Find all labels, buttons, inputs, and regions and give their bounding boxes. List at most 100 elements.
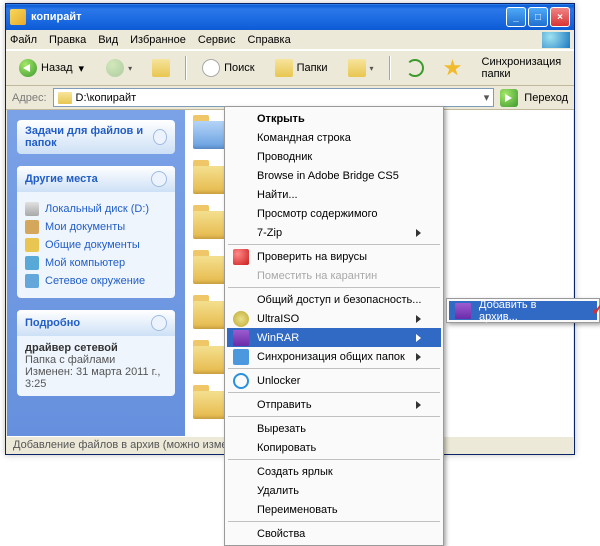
disk-icon — [25, 202, 39, 216]
context-item[interactable]: Unlocker — [227, 371, 441, 390]
folders-icon — [275, 59, 293, 77]
network-icon — [25, 274, 39, 288]
titlebar[interactable]: копирайт _ □ × — [6, 4, 574, 30]
forward-button[interactable]: ▾ — [99, 55, 139, 81]
context-item[interactable]: Удалить — [227, 481, 441, 500]
context-item[interactable]: Свойства — [227, 524, 441, 543]
blank-icon — [233, 168, 249, 184]
folder-icon — [58, 92, 72, 104]
place-computer[interactable]: Мой компьютер — [25, 256, 167, 270]
blank-icon — [233, 111, 249, 127]
context-item[interactable]: Отправить — [227, 395, 441, 414]
blank-icon — [233, 483, 249, 499]
place-mydocs[interactable]: Мои документы — [25, 220, 167, 234]
place-disk[interactable]: Локальный диск (D:) — [25, 202, 167, 216]
submenu-arrow-icon — [416, 334, 421, 342]
menu-edit[interactable]: Правка — [49, 34, 86, 46]
sync-button[interactable]: Синхронизация папки — [475, 55, 569, 81]
go-label[interactable]: Переход — [524, 92, 568, 104]
context-item[interactable]: Просмотр содержимого — [227, 204, 441, 223]
details-name: драйвер сетевой — [25, 342, 167, 354]
blank-icon — [233, 421, 249, 437]
up-icon — [152, 59, 170, 77]
chevron-icon — [153, 129, 167, 145]
tasks-panel: Задачи для файлов и папок — [17, 120, 175, 154]
blank-icon — [233, 464, 249, 480]
view-button[interactable]: ▾ — [341, 55, 381, 81]
menu-favorites[interactable]: Избранное — [130, 34, 186, 46]
menu-help[interactable]: Справка — [248, 34, 291, 46]
details-panel: Подробно драйвер сетевой Папка с файлами… — [17, 310, 175, 396]
context-item[interactable]: Создать ярлык — [227, 462, 441, 481]
blank-icon — [233, 292, 249, 308]
menubar: Файл Правка Вид Избранное Сервис Справка — [6, 30, 574, 50]
winrar-submenu: Добавить в архив... — [446, 298, 600, 323]
submenu-arrow-icon — [416, 401, 421, 409]
blank-icon — [233, 440, 249, 456]
menu-view[interactable]: Вид — [98, 34, 118, 46]
blank-icon — [233, 130, 249, 146]
details-modified: Изменен: 31 марта 2011 г., 3:25 — [25, 366, 167, 390]
context-item[interactable]: Копировать — [227, 438, 441, 457]
context-item[interactable]: UltraISO — [227, 309, 441, 328]
blank-icon — [233, 206, 249, 222]
blank-icon — [233, 526, 249, 542]
back-button[interactable]: Назад▾ — [12, 55, 93, 81]
unl-icon — [233, 373, 249, 389]
blank-icon — [233, 268, 249, 284]
context-item[interactable]: Проверить на вирусы — [227, 247, 441, 266]
go-button[interactable] — [500, 89, 518, 107]
details-type: Папка с файлами — [25, 354, 167, 366]
address-value: D:\копирайт — [76, 92, 137, 104]
context-item[interactable]: 7-Zip — [227, 223, 441, 242]
context-menu: ОткрытьКомандная строкаПроводникBrowse i… — [224, 106, 444, 546]
address-input[interactable]: D:\копирайт ▾ — [53, 88, 495, 107]
kav-icon — [233, 249, 249, 265]
toolbar: Назад▾ ▾ Поиск Папки ▾ Синхронизация пап… — [6, 50, 574, 86]
context-item[interactable]: Проводник — [227, 147, 441, 166]
ui-icon — [233, 311, 249, 327]
tasks-header[interactable]: Задачи для файлов и папок — [17, 120, 175, 154]
context-item[interactable]: Найти... — [227, 185, 441, 204]
places-panel: Другие места Локальный диск (D:) Мои док… — [17, 166, 175, 298]
place-shared[interactable]: Общие документы — [25, 238, 167, 252]
tasks-pane: Задачи для файлов и папок Другие места Л… — [7, 110, 185, 436]
place-network[interactable]: Сетевое окружение — [25, 274, 167, 288]
chevron-icon — [151, 171, 167, 187]
close-button[interactable]: × — [550, 7, 570, 27]
docs-icon — [25, 220, 39, 234]
menu-file[interactable]: Файл — [10, 34, 37, 46]
refresh-button[interactable] — [399, 55, 431, 81]
context-item[interactable]: Browse in Adobe Bridge CS5 — [227, 166, 441, 185]
computer-icon — [25, 256, 39, 270]
syn-icon — [233, 349, 249, 365]
context-item[interactable]: Открыть — [227, 109, 441, 128]
context-item[interactable]: Командная строка — [227, 128, 441, 147]
maximize-button[interactable]: □ — [528, 7, 548, 27]
folders-button[interactable]: Папки — [268, 55, 335, 81]
up-button[interactable] — [145, 55, 177, 81]
menu-tools[interactable]: Сервис — [198, 34, 236, 46]
annotation-checkmark: ✓ — [591, 300, 600, 320]
back-icon — [19, 59, 37, 77]
submenu-add-to-archive[interactable]: Добавить в архив... — [449, 301, 597, 320]
address-label: Адрес: — [12, 92, 47, 104]
folder-icon — [10, 9, 26, 25]
search-button[interactable]: Поиск — [195, 55, 261, 81]
context-item[interactable]: WinRAR — [227, 328, 441, 347]
rar-icon — [233, 330, 249, 346]
context-item[interactable]: Вырезать — [227, 419, 441, 438]
favorite-button[interactable] — [437, 55, 469, 81]
context-item: Поместить на карантин — [227, 266, 441, 285]
context-item[interactable]: Общий доступ и безопасность... — [227, 290, 441, 309]
context-item[interactable]: Синхронизация общих папок — [227, 347, 441, 366]
blank-icon — [233, 225, 249, 241]
context-item[interactable]: Переименовать — [227, 500, 441, 519]
submenu-arrow-icon — [416, 353, 421, 361]
submenu-arrow-icon — [416, 315, 421, 323]
minimize-button[interactable]: _ — [506, 7, 526, 27]
star-icon — [444, 59, 462, 77]
places-header[interactable]: Другие места — [17, 166, 175, 192]
views-icon — [348, 59, 366, 77]
details-header[interactable]: Подробно — [17, 310, 175, 336]
